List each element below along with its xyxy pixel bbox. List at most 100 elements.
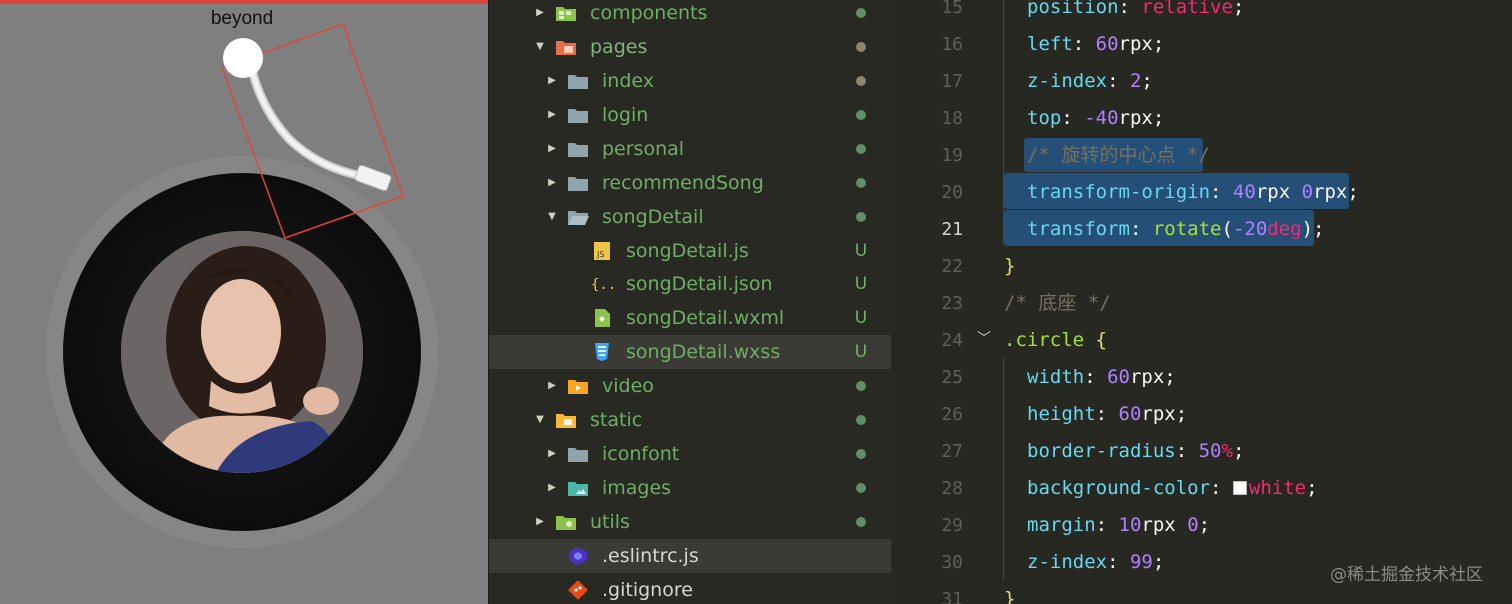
code-token: : [1107,551,1130,573]
chevron-right-icon[interactable]: ▶ [545,98,559,132]
chevron-down-icon[interactable]: ▼ [533,30,547,64]
tree-item[interactable]: ▼ pages [489,30,892,64]
chevron-right-icon[interactable]: ▶ [545,166,559,200]
git-status-dot [856,144,866,154]
tree-item[interactable]: ▶ personal [489,132,892,166]
code-line[interactable]: 29 margin: 10rpx 0; [891,507,1512,544]
code-text: position: relative; [1027,0,1244,26]
code-line[interactable]: 16 left: 60rpx; [891,26,1512,63]
git-status-dot [856,8,866,18]
chevron-right-icon[interactable]: ▶ [545,132,559,166]
code-token: ; [1306,477,1318,499]
code-text: transform-origin: 40rpx 0rpx; [1027,174,1359,211]
git-status-dot [856,212,866,222]
tree-item[interactable]: ▼ static [489,403,892,437]
code-token: top [1027,107,1062,129]
code-token: margin [1027,514,1096,536]
tree-item-label: .eslintrc.js [602,545,699,567]
folder-static-open-icon [555,410,577,430]
code-token: 40 [1232,181,1256,203]
git-icon [567,580,589,600]
code-line[interactable]: 17 z-index: 2; [891,63,1512,100]
chevron-right-icon[interactable]: ▶ [533,505,547,539]
line-number: 27 [941,441,963,462]
line-number: 17 [941,71,963,92]
chevron-right-icon[interactable]: ▶ [533,0,547,30]
code-token: z-index [1027,551,1108,573]
tree-item[interactable]: ▶ utils [489,505,892,539]
tree-item[interactable]: ▶ iconfont [489,437,892,471]
code-token: 50 [1198,440,1222,462]
line-number: 16 [941,34,963,55]
tree-item[interactable]: ▶ images [489,471,892,505]
code-line[interactable]: 19 /* 旋转的中心点 */ [891,137,1512,174]
tree-item-label: images [602,477,672,499]
chevron-down-icon[interactable]: ▼ [545,200,559,234]
tree-item-label: songDetail.wxss [626,341,781,363]
line-number: 31 [941,589,963,604]
folder-icon [567,444,589,464]
tree-item[interactable]: {..} songDetail.json U [489,267,892,301]
code-line[interactable]: 22} [891,248,1512,285]
code-token: rpx; [1129,366,1176,388]
tree-item[interactable]: songDetail.wxml U [489,301,892,335]
line-number: 19 [941,145,963,166]
code-token: border-radius [1027,440,1176,462]
code-token: : [1072,33,1096,55]
chevron-right-icon[interactable]: ▶ [545,437,559,471]
code-token: deg [1267,218,1302,240]
code-token: ; [1232,0,1245,18]
code-line[interactable]: 18 top: -40rpx; [891,100,1512,137]
line-number: 24 [941,330,963,351]
code-line[interactable]: 27 border-radius: 50%; [891,433,1512,470]
code-text: } [1004,248,1015,285]
code-line[interactable]: 20 transform-origin: 40rpx 0rpx; [891,174,1512,211]
code-text: margin: 10rpx 0; [1027,507,1210,544]
tree-item-label: recommendSong [602,172,764,194]
code-token: } [1004,588,1016,604]
code-token: -20 [1232,218,1268,240]
code-editor[interactable]: 15 position: relative; 16 left: 60rpx; 17 z-i… [891,0,1512,604]
code-line[interactable]: 23 /* 底座 */ [891,285,1512,322]
code-token: : [1210,181,1233,203]
line-number: 20 [941,182,963,203]
tree-item[interactable]: ▼ songDetail [489,200,892,234]
tree-item[interactable]: ▶ video [489,369,892,403]
git-status-dot [856,381,866,391]
code-token: 99 [1129,551,1153,573]
tree-item[interactable]: songDetail.wxss U [489,335,892,369]
code-line[interactable]: 28 background-color: white; [891,470,1512,507]
code-text: top: -40rpx; [1027,100,1164,137]
folder-icon [567,139,589,159]
tree-item[interactable]: ▶ index [489,64,892,98]
tree-item-label: iconfont [602,443,680,465]
chevron-right-icon[interactable]: ▶ [545,369,559,403]
chevron-right-icon[interactable]: ▶ [545,64,559,98]
git-status-dot [856,449,866,459]
code-token: -40 [1084,107,1119,129]
line-number: 22 [941,256,963,277]
chevron-down-icon[interactable]: ▼ [533,403,547,437]
tree-item[interactable]: ▶ components [489,0,892,30]
code-token: rpx [1255,181,1302,203]
folder-icon [567,173,589,193]
code-line[interactable]: 26 height: 60rpx; [891,396,1512,433]
code-token: 60 [1118,403,1142,425]
simulator-panel: beyond [0,0,488,604]
tree-item[interactable]: ▶ recommendSong [489,166,892,200]
tree-item[interactable]: .eslintrc.js [489,539,892,573]
code-line[interactable]: 15 position: relative; [891,0,1512,26]
line-number: 15 [941,0,963,18]
tree-item[interactable]: ▶ login [489,98,892,132]
chevron-right-icon[interactable]: ▶ [545,471,559,505]
code-line[interactable]: 25 width: 60rpx; [891,359,1512,396]
code-token: rpx; [1118,107,1165,129]
code-line[interactable]: 21 transform: rotate(-20deg); [891,211,1512,248]
tree-item[interactable]: JS songDetail.js U [489,234,892,268]
line-number: 30 [941,552,963,573]
tree-item[interactable]: .gitignore [489,573,892,604]
code-token: .circle [1004,329,1085,351]
fold-chevron-down-icon[interactable]: ﹀ [977,321,991,358]
code-token: ; [1232,440,1245,462]
